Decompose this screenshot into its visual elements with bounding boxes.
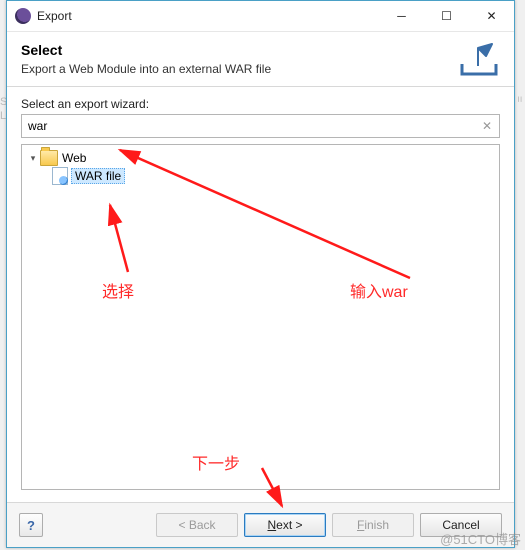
help-button[interactable]: ?	[19, 513, 43, 537]
titlebar: Export ─ ☐ ✕	[7, 1, 514, 32]
dialog-header: Select Export a Web Module into an exter…	[7, 32, 514, 87]
back-button: < Back	[156, 513, 238, 537]
export-dialog: Export ─ ☐ ✕ Select Export a Web Module …	[6, 0, 515, 548]
tree-group-web[interactable]: ▾ Web	[26, 149, 495, 167]
close-button[interactable]: ✕	[469, 1, 514, 31]
export-icon	[458, 42, 500, 76]
tree-group-label: Web	[62, 151, 86, 165]
war-file-icon	[52, 167, 68, 185]
wizard-tree[interactable]: ▾ Web WAR file	[21, 144, 500, 490]
next-button[interactable]: Next >	[244, 513, 326, 537]
folder-icon	[40, 150, 58, 166]
maximize-button[interactable]: ☐	[424, 1, 469, 31]
wizard-search-input[interactable]	[26, 119, 479, 133]
eclipse-icon	[15, 8, 31, 24]
tree-item-war-file[interactable]: WAR file	[26, 167, 495, 185]
wizard-search-wrapper: ✕	[21, 114, 500, 138]
window-title: Export	[37, 9, 379, 23]
cancel-button[interactable]: Cancel	[420, 513, 502, 537]
dialog-content: Select an export wizard: ✕ ▾ Web WAR fil…	[7, 87, 514, 502]
finish-button: Finish	[332, 513, 414, 537]
minimize-button[interactable]: ─	[379, 1, 424, 31]
wizard-label: Select an export wizard:	[21, 97, 500, 111]
clear-input-icon[interactable]: ✕	[479, 119, 495, 133]
tree-item-label: WAR file	[71, 168, 125, 184]
dialog-button-bar: ? < Back Next > Finish Cancel	[7, 502, 514, 547]
page-description: Export a Web Module into an external WAR…	[21, 62, 448, 76]
page-title: Select	[21, 42, 448, 58]
tree-expand-icon[interactable]: ▾	[28, 153, 38, 163]
